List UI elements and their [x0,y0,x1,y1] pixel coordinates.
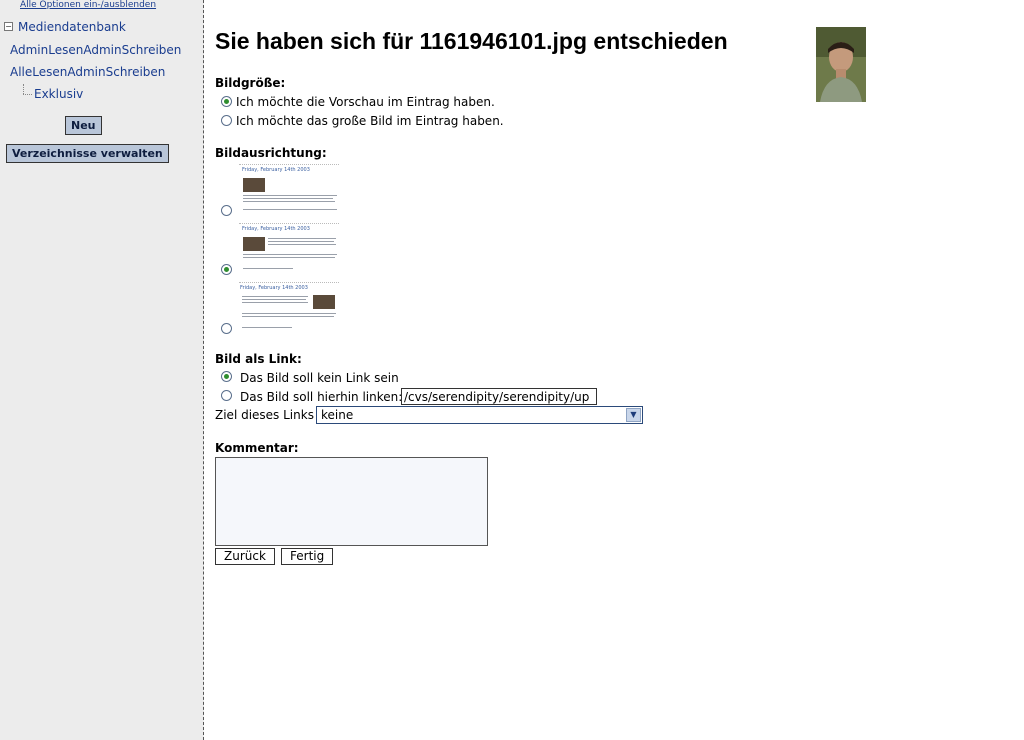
preview-image [243,237,265,251]
tree-root-mediendatenbank[interactable]: Mediendatenbank [18,20,126,34]
preview-text-line [242,299,306,300]
preview-text-line [243,198,333,199]
sidebar: Alle Optionen ein-/ausblenden − Medienda… [0,0,204,740]
link-target-label: Ziel dieses Links [215,408,314,422]
preview-text-line [243,257,335,258]
tree-item-exklusiv[interactable]: Exklusiv [34,87,83,101]
preview-text-line [242,296,308,297]
image-size-large-radio[interactable] [221,115,232,126]
link-target-selected-value: keine [321,408,354,422]
link-to-label: Das Bild soll hierhin linken: [240,390,403,404]
preview-text-line [242,327,292,328]
chevron-down-icon[interactable]: ▼ [626,408,641,422]
preview-date: Friday, February 14th 2003 [242,167,310,173]
preview-text-line [243,195,337,196]
preview-image [313,295,335,309]
alignment-left-preview: Friday, February 14th 2003 [239,223,339,276]
main-content: Sie haben sich für 1161946101.jpg entsch… [215,0,1015,740]
tree-item-allelesenadminschreiben[interactable]: AlleLesenAdminSchreiben [10,65,165,79]
preview-text-line [243,268,293,269]
alignment-right-preview: Friday, February 14th 2003 [239,282,339,335]
preview-image [243,178,265,192]
preview-text-line [243,209,337,210]
preview-text-line [242,316,334,317]
back-button[interactable]: Zurück [215,548,275,565]
link-target-select[interactable]: keine ▼ [316,406,643,424]
new-folder-button[interactable]: Neu [65,116,102,135]
no-link-label: Das Bild soll kein Link sein [240,371,399,385]
done-button[interactable]: Fertig [281,548,334,565]
preview-text-line [268,244,336,245]
preview-date: Friday, February 14th 2003 [240,285,308,291]
alignment-left-radio[interactable] [221,264,232,275]
comment-textarea[interactable] [215,457,488,546]
alignment-right-radio[interactable] [221,323,232,334]
selected-image-thumbnail [816,27,866,102]
tree-connector [23,94,32,95]
image-size-label: Bildgröße: [215,76,286,90]
preview-text-line [268,238,336,239]
tree-item-adminlesenadminschreiben[interactable]: AdminLesenAdminSchreiben [10,43,181,57]
manage-directories-button[interactable]: Verzeichnisse verwalten [6,144,169,163]
image-size-large-label: Ich möchte das große Bild im Eintrag hab… [236,114,504,128]
tree-connector [23,84,24,94]
image-link-label: Bild als Link: [215,352,302,366]
no-link-radio[interactable] [221,371,232,382]
preview-text-line [242,302,308,303]
page-title: Sie haben sich für 1161946101.jpg entsch… [215,28,728,54]
preview-text-line [243,201,335,202]
alignment-none-radio[interactable] [221,205,232,216]
preview-text-line [243,254,337,255]
image-size-preview-label: Ich möchte die Vorschau im Eintrag haben… [236,95,495,109]
image-alignment-label: Bildausrichtung: [215,146,327,160]
tree-collapse-icon[interactable]: − [4,22,13,31]
preview-text-line [242,313,336,314]
preview-text-line [268,241,334,242]
comment-label: Kommentar: [215,441,299,455]
preview-date: Friday, February 14th 2003 [242,226,310,232]
toggle-all-options-link[interactable]: Alle Optionen ein-/ausblenden [20,0,156,10]
link-url-input[interactable]: /cvs/serendipity/serendipity/up [401,388,597,405]
alignment-none-preview: Friday, February 14th 2003 [239,164,339,217]
link-to-radio[interactable] [221,390,232,401]
image-size-preview-radio[interactable] [221,96,232,107]
